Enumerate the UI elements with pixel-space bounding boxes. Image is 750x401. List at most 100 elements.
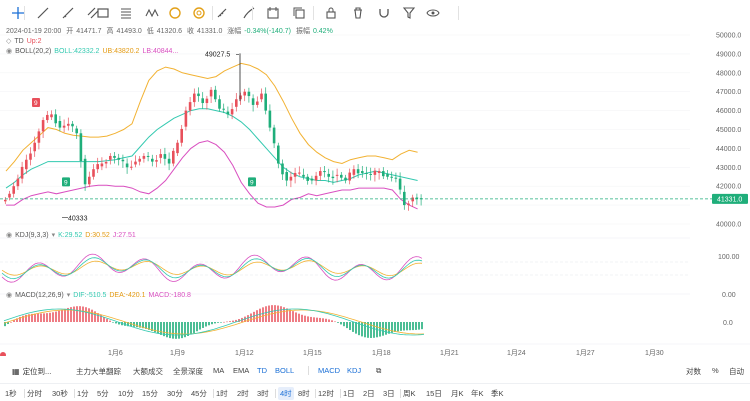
eye-icon[interactable] — [424, 4, 442, 22]
kdj-k-line — [1, 257, 423, 280]
period-4[interactable]: 5分 — [97, 388, 109, 399]
price-tick-label: 49000.0 — [716, 51, 741, 58]
locate-button[interactable]: ▦ 定位到... — [12, 366, 51, 377]
indicator-tab-8[interactable]: KDJ — [347, 366, 361, 375]
capture-icon[interactable] — [264, 4, 282, 22]
candle-body — [79, 133, 83, 162]
indicator-tab-3[interactable]: MA — [213, 366, 224, 375]
filter-icon[interactable] — [400, 4, 418, 22]
period-10[interactable]: 2时 — [237, 388, 249, 399]
indicator-tab-6[interactable]: BOLL — [275, 366, 294, 375]
macd-eye-icon[interactable]: ◉ — [6, 291, 12, 299]
macd-bar — [355, 322, 357, 334]
macd-bar — [346, 322, 348, 329]
candle-body — [188, 102, 192, 111]
legend-date: 2024-01-19 20:00 — [6, 28, 62, 35]
period-9[interactable]: 1时 — [216, 388, 228, 399]
candle-body — [314, 175, 318, 181]
period-8[interactable]: 45分 — [191, 388, 207, 399]
candle-body — [54, 114, 57, 124]
axis-option-2[interactable]: 自动 — [729, 366, 744, 377]
candle-body — [386, 173, 389, 177]
magnet-icon[interactable] — [375, 4, 393, 22]
candle-body — [327, 173, 330, 177]
period-0[interactable]: 1秒 — [5, 388, 17, 399]
indicator-tab-4[interactable]: EMA — [233, 366, 249, 375]
indicator-tab-0[interactable]: 主力大单翻踪 — [76, 366, 121, 377]
indicator-tabs: ▦ 定位到... 主力大单翻踪 大额成交 全景深度 MA EMA TD BOLL MACD KD… — [0, 362, 750, 380]
period-19[interactable]: 15日 — [426, 388, 442, 399]
macd-bar — [76, 306, 78, 322]
indicator-tab-5[interactable]: TD — [257, 366, 267, 375]
chart-area[interactable]: 50000.0 49000.0 48000.0 47000.0 46000.0 45000… — [0, 26, 750, 356]
low-annotation: 40333 — [68, 216, 88, 223]
price-chart[interactable]: 50000.0 49000.0 48000.0 47000.0 46000.0 45000… — [0, 26, 750, 356]
axis-option-1[interactable]: % — [712, 366, 719, 375]
macd-bar — [214, 322, 216, 324]
macd-bar — [10, 321, 12, 323]
kdj-eye-icon[interactable]: ◉ — [6, 231, 12, 239]
fib-icon[interactable] — [117, 4, 135, 22]
boll-eye-icon[interactable]: ◉ — [6, 47, 12, 55]
period-16[interactable]: 2日 — [363, 388, 375, 399]
period-1[interactable]: 分时 — [27, 388, 42, 399]
lock-icon[interactable] — [322, 4, 340, 22]
edit-indicators-icon[interactable]: ⧉ — [376, 366, 381, 376]
period-12[interactable]: 4时 — [278, 387, 294, 400]
period-14[interactable]: 12时 — [318, 388, 334, 399]
macd-tick-label: 0.0 — [723, 320, 733, 327]
macd-bar — [349, 322, 351, 331]
candle-body — [209, 89, 213, 97]
macd-bar — [400, 322, 402, 331]
candle-body — [247, 91, 251, 97]
period-11[interactable]: 3时 — [257, 388, 269, 399]
price-tick-label: 46000.0 — [716, 108, 741, 115]
period-13[interactable]: 8时 — [298, 388, 310, 399]
macd-bar — [262, 307, 264, 322]
indicator-tab-7[interactable]: MACD — [318, 366, 340, 375]
line-icon[interactable] — [34, 4, 52, 22]
price-tick-label: 48000.0 — [716, 70, 741, 77]
period-3[interactable]: 1分 — [77, 388, 89, 399]
period-2[interactable]: 30秒 — [52, 388, 68, 399]
ray-icon[interactable] — [59, 4, 77, 22]
macd-bar — [226, 321, 228, 323]
period-7[interactable]: 30分 — [167, 388, 183, 399]
indicator-tab-2[interactable]: 全景深度 — [173, 366, 203, 377]
delete-icon[interactable] — [349, 4, 367, 22]
candle-body — [390, 176, 393, 178]
period-21[interactable]: 年K — [471, 388, 484, 399]
rect-icon[interactable] — [94, 4, 112, 22]
macd-bar — [361, 322, 363, 337]
candle-body — [243, 91, 246, 96]
period-6[interactable]: 15分 — [142, 388, 158, 399]
macd-bar — [292, 311, 294, 322]
copy-icon[interactable] — [290, 4, 308, 22]
candle-body — [83, 158, 87, 185]
period-17[interactable]: 3日 — [383, 388, 395, 399]
period-22[interactable]: 季K — [491, 388, 504, 399]
fib-circle-icon[interactable] — [190, 4, 208, 22]
candle-body — [180, 128, 183, 143]
macd-bar — [418, 322, 420, 330]
period-20[interactable]: 月K — [451, 388, 464, 399]
brush-icon[interactable] — [240, 4, 258, 22]
period-18[interactable]: 周K — [403, 388, 416, 399]
td-settings-icon[interactable]: ◇ — [6, 37, 11, 45]
macd-bar — [61, 309, 63, 322]
ruler-icon[interactable] — [213, 4, 231, 22]
macd-menu-icon[interactable]: ▾ — [67, 291, 71, 299]
candle-body — [268, 110, 272, 128]
axis-option-0[interactable]: 对数 — [686, 366, 701, 377]
period-selector: 1秒 分时 30秒 1分 5分 10分 15分 30分 45分 1时 2时 3时 4时 8时 12时 1日 2日… — [0, 383, 750, 401]
period-5[interactable]: 10分 — [118, 388, 134, 399]
wave-icon[interactable] — [143, 4, 161, 22]
kdj-menu-icon[interactable]: ▾ — [52, 231, 56, 239]
period-15[interactable]: 1日 — [343, 388, 355, 399]
candle-body — [348, 172, 351, 181]
indicator-tab-1[interactable]: 大额成交 — [133, 366, 163, 377]
locate-label: 定位到... — [22, 367, 52, 376]
gann-icon[interactable] — [166, 4, 184, 22]
toolbar-separator — [252, 6, 253, 20]
macd-bar — [304, 315, 306, 322]
